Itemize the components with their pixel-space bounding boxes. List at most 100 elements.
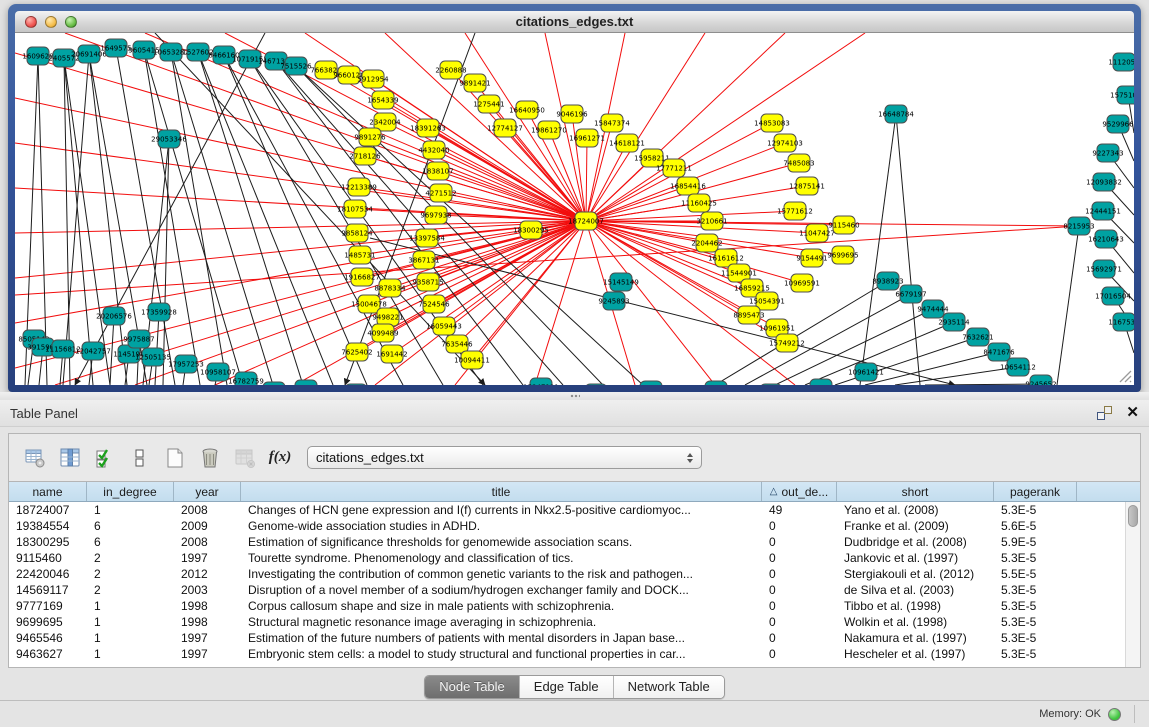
table-row[interactable]: 1456911722003Disruption of a novel membe… (9, 582, 1140, 598)
column-visibility-icon[interactable] (56, 444, 84, 472)
graph-node[interactable]: 15751074 (1110, 86, 1134, 104)
graph-node[interactable]: 2260888 (435, 61, 466, 79)
scrollbar-thumb[interactable] (1128, 505, 1138, 527)
cell-short[interactable]: Yano et al. (2008) (837, 502, 994, 518)
cell-name[interactable]: 9115460 (9, 550, 87, 566)
delete-attribute-icon[interactable] (196, 444, 224, 472)
graph-node[interactable]: 9858124 (341, 224, 373, 242)
graph-node[interactable]: 19166827 (344, 268, 380, 286)
column-header-year[interactable]: year (174, 482, 241, 501)
graph-node[interactable]: 7632621 (962, 328, 993, 346)
graph-node[interactable]: 9046196 (556, 105, 588, 123)
cell-in_degree[interactable]: 2 (87, 566, 174, 582)
cell-pagerank[interactable]: 5.6E-5 (994, 518, 1077, 534)
graph-node[interactable]: 17016504 (1095, 287, 1131, 305)
graph-node[interactable]: 2935114 (938, 313, 970, 331)
cell-short[interactable]: de Silva et al. (2003) (837, 582, 994, 598)
cell-short[interactable]: Nakamura et al. (1997) (837, 630, 994, 646)
graph-node[interactable]: 8895473 (733, 306, 764, 324)
tab-edge-table[interactable]: Edge Table (520, 676, 614, 698)
graph-node[interactable]: 9154491 (796, 249, 827, 267)
graph-node[interactable]: 17359928 (141, 303, 177, 321)
graph-node[interactable]: 10094411 (454, 351, 490, 369)
graph-node[interactable]: 15771612 (777, 202, 813, 220)
cell-out_de[interactable]: 0 (762, 550, 837, 566)
graph-node[interactable]: 11282612 (698, 381, 734, 385)
cell-out_de[interactable]: 0 (762, 646, 837, 662)
graph-node[interactable]: 9245652 (1025, 375, 1056, 385)
graph-edge[interactable] (860, 114, 896, 385)
cell-short[interactable]: Franke et al. (2009) (837, 518, 994, 534)
network-canvas[interactable]: 1609628240557220691406164957596054151065… (15, 33, 1134, 385)
cell-name[interactable]: 9463627 (9, 646, 87, 662)
graph-edge[interactable] (1057, 226, 1079, 385)
graph-node[interactable]: 9891421 (459, 74, 490, 92)
graph-node[interactable]: 9697938 (420, 206, 451, 224)
cell-year[interactable]: 2009 (174, 518, 241, 534)
table-row[interactable]: 911546021997Tourette syndrome. Phenomeno… (9, 550, 1140, 566)
graph-node[interactable]: 7635446 (441, 335, 473, 353)
cell-name[interactable]: 18300295 (9, 534, 87, 550)
cell-pagerank[interactable]: 5.3E-5 (994, 614, 1077, 630)
select-all-icon[interactable] (91, 444, 119, 472)
tab-network-table[interactable]: Network Table (614, 676, 724, 698)
cell-name[interactable]: 9465546 (9, 630, 87, 646)
cell-title[interactable]: Structural magnetic resonance image aver… (241, 614, 762, 630)
cell-in_degree[interactable]: 1 (87, 614, 174, 630)
cell-year[interactable]: 1997 (174, 630, 241, 646)
cell-in_degree[interactable]: 1 (87, 630, 174, 646)
memory-status-icon[interactable] (1108, 708, 1121, 721)
graph-node[interactable]: 15247121 (523, 378, 559, 385)
graph-node[interactable]: 17957253 (168, 355, 204, 373)
column-header-name[interactable]: name (9, 482, 87, 501)
graph-edge[interactable] (89, 54, 127, 385)
cell-title[interactable]: Estimation of significance thresholds fo… (241, 534, 762, 550)
function-builder-icon[interactable]: f(x) (266, 444, 294, 472)
graph-node[interactable]: 8215953 (1063, 217, 1094, 235)
cell-out_de[interactable]: 0 (762, 598, 837, 614)
graph-edge[interactable] (64, 58, 110, 385)
cell-in_degree[interactable]: 1 (87, 646, 174, 662)
close-window-icon[interactable] (25, 16, 37, 28)
column-header-pagerank[interactable]: pagerank (994, 482, 1077, 501)
cell-pagerank[interactable]: 5.3E-5 (994, 646, 1077, 662)
table-row[interactable]: 946554611997Estimation of the future num… (9, 630, 1140, 646)
graph-edge[interactable] (925, 384, 1041, 385)
panel-splitter[interactable] (0, 392, 1149, 400)
graph-node[interactable]: 8511412 (755, 384, 786, 385)
graph-node[interactable]: 7485083 (783, 154, 814, 172)
vertical-scrollbar[interactable] (1125, 502, 1140, 667)
graph-node[interactable]: 12444151 (1085, 202, 1121, 220)
graph-node[interactable]: 9699695 (827, 246, 858, 264)
table-settings-icon[interactable] (21, 444, 49, 472)
graph-edge[interactable] (171, 52, 273, 385)
cell-name[interactable]: 18724007 (9, 502, 87, 518)
cell-pagerank[interactable]: 5.5E-5 (994, 566, 1077, 582)
tab-node-table[interactable]: Node Table (425, 676, 520, 698)
graph-node[interactable]: 15145149 (603, 273, 639, 291)
cell-year[interactable]: 1997 (174, 646, 241, 662)
graph-node[interactable]: 1649575 (100, 39, 131, 57)
graph-node[interactable]: 13397584 (409, 229, 445, 247)
column-header-short[interactable]: short (837, 482, 994, 501)
table-row[interactable]: 946362711997Embryonic stem cells: a mode… (9, 646, 1140, 662)
cell-in_degree[interactable]: 2 (87, 582, 174, 598)
graph-node[interactable]: 16059443 (426, 317, 462, 335)
cell-pagerank[interactable]: 5.3E-5 (994, 598, 1077, 614)
graph-node[interactable]: 9358715 (412, 273, 443, 291)
cell-pagerank[interactable]: 5.3E-5 (994, 582, 1077, 598)
table-select-dropdown[interactable]: citations_edges.txt (307, 446, 702, 469)
cell-in_degree[interactable]: 1 (87, 598, 174, 614)
cell-year[interactable]: 2003 (174, 582, 241, 598)
zoom-window-icon[interactable] (65, 16, 77, 28)
cell-year[interactable]: 2008 (174, 534, 241, 550)
cell-out_de[interactable]: 0 (762, 534, 837, 550)
cell-short[interactable]: Tibbo et al. (1998) (837, 598, 994, 614)
graph-node[interactable]: 9245012 (805, 379, 836, 385)
cell-in_degree[interactable]: 6 (87, 534, 174, 550)
graph-node[interactable]: 9498221 (372, 308, 403, 326)
graph-node[interactable]: 9047332 (580, 384, 611, 385)
cell-out_de[interactable]: 0 (762, 566, 837, 582)
cell-short[interactable]: Jankovic et al. (1997) (837, 550, 994, 566)
cell-short[interactable]: Hescheler et al. (1997) (837, 646, 994, 662)
